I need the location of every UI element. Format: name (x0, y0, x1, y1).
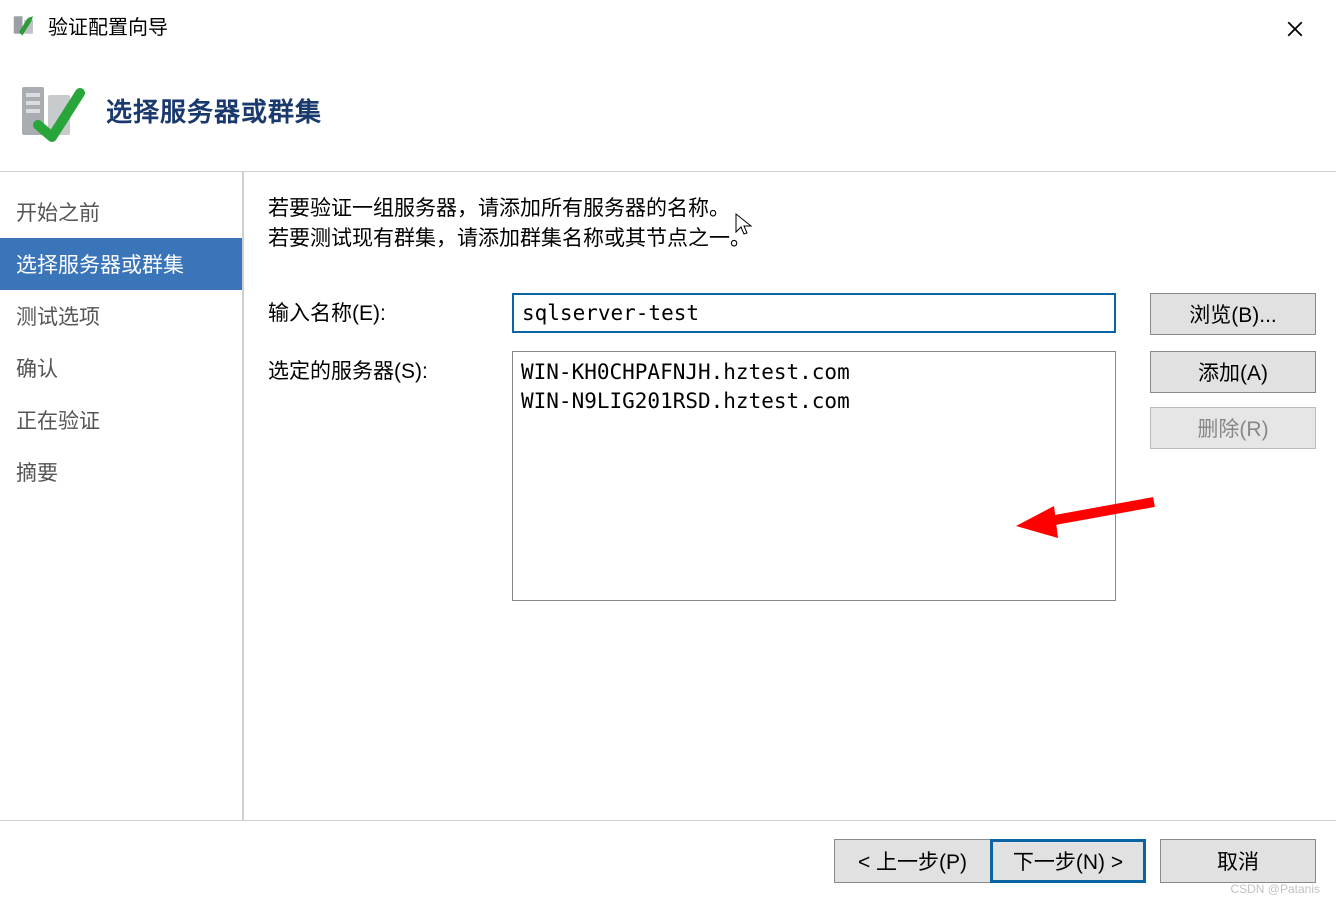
step-validating[interactable]: 正在验证 (0, 394, 242, 446)
close-button[interactable] (1272, 14, 1318, 44)
list-item[interactable]: WIN-KH0CHPAFNJH.hztest.com (521, 358, 1107, 387)
remove-button: 删除(R) (1150, 407, 1316, 449)
browse-button[interactable]: 浏览(B)... (1150, 293, 1316, 335)
wizard-body: 开始之前 选择服务器或群集 测试选项 确认 正在验证 摘要 若要验证一组服务器，… (0, 172, 1336, 820)
page-title: 选择服务器或群集 (106, 92, 322, 129)
instruction-line1: 若要验证一组服务器，请添加所有服务器的名称。 (268, 197, 730, 220)
cluster-wizard-icon (12, 11, 40, 39)
server-name-input[interactable] (512, 293, 1116, 333)
title-bar: 验证配置向导 (0, 0, 1336, 50)
selected-servers-list[interactable]: WIN-KH0CHPAFNJH.hztest.com WIN-N9LIG201R… (512, 351, 1116, 601)
nav-button-group: < 上一步(P) 下一步(N) > (834, 839, 1146, 883)
instruction-text: 若要验证一组服务器，请添加所有服务器的名称。 若要测试现有群集，请添加群集名称或… (268, 194, 1316, 255)
prev-button[interactable]: < 上一步(P) (834, 839, 990, 883)
step-testing-options[interactable]: 测试选项 (0, 290, 242, 342)
wizard-steps-sidebar: 开始之前 选择服务器或群集 测试选项 确认 正在验证 摘要 (0, 172, 244, 820)
add-button[interactable]: 添加(A) (1150, 351, 1316, 393)
close-icon (1286, 20, 1304, 38)
step-before-begin[interactable]: 开始之前 (0, 186, 242, 238)
selected-servers-label: 选定的服务器(S): (268, 351, 512, 385)
header-band: 选择服务器或群集 (0, 50, 1336, 172)
instruction-line2: 若要测试现有群集，请添加群集名称或其节点之一。 (268, 227, 751, 250)
wizard-content: 若要验证一组服务器，请添加所有服务器的名称。 若要测试现有群集，请添加群集名称或… (244, 172, 1336, 820)
step-confirmation[interactable]: 确认 (0, 342, 242, 394)
cursor-icon (734, 212, 754, 245)
list-item[interactable]: WIN-N9LIG201RSD.hztest.com (521, 387, 1107, 416)
selected-servers-row: 选定的服务器(S): WIN-KH0CHPAFNJH.hztest.com WI… (268, 351, 1316, 601)
enter-name-row: 输入名称(E): 浏览(B)... (268, 293, 1316, 335)
wizard-footer: < 上一步(P) 下一步(N) > 取消 (0, 820, 1336, 900)
step-select-servers[interactable]: 选择服务器或群集 (0, 238, 242, 290)
step-summary[interactable]: 摘要 (0, 446, 242, 498)
next-button[interactable]: 下一步(N) > (990, 839, 1146, 883)
wizard-window: { "title": "验证配置向导", "header": { "title"… (0, 0, 1336, 900)
watermark-text: CSDN @Patanis (1230, 882, 1320, 896)
enter-name-label: 输入名称(E): (268, 293, 512, 327)
window-title: 验证配置向导 (48, 11, 168, 40)
cluster-check-icon (18, 75, 90, 147)
cancel-button[interactable]: 取消 (1160, 839, 1316, 883)
